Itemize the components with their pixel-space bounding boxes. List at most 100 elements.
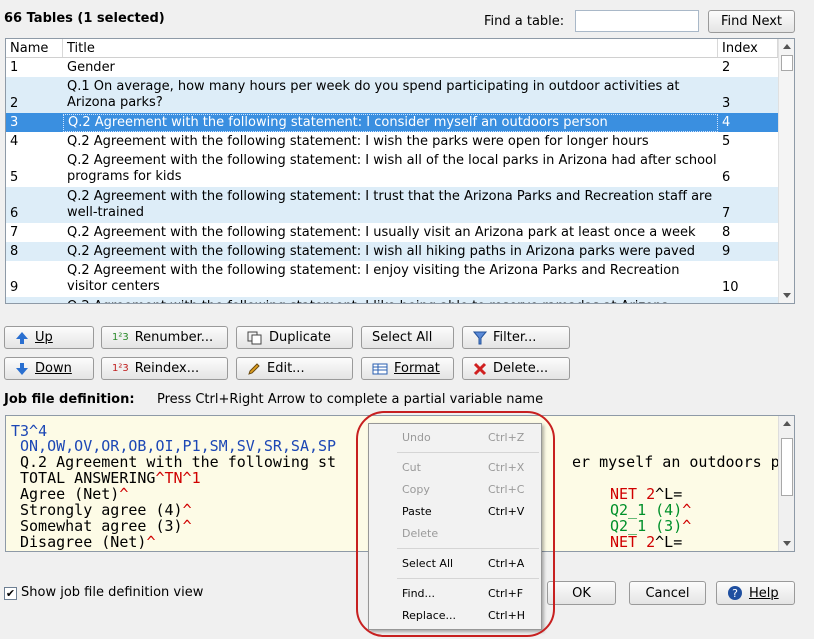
delete-button[interactable]: Delete... xyxy=(462,357,570,380)
editor-line-5-right: NET 2^L= xyxy=(610,486,682,502)
svg-text:?: ? xyxy=(732,587,738,600)
row-title-cell: Q.2 Agreement with the following stateme… xyxy=(63,113,718,132)
row-title-cell: Q.2 Agreement with the following stateme… xyxy=(67,189,713,220)
editor-scrollbar[interactable] xyxy=(778,416,794,551)
show-view-checkbox[interactable]: ✔ xyxy=(4,587,17,600)
duplicate-button[interactable]: Duplicate xyxy=(236,326,353,349)
grid-scrollbar[interactable] xyxy=(778,39,794,303)
row-name-cell: 1 xyxy=(10,59,19,75)
table-row[interactable]: 9 Q.2 Agreement with the following statem… xyxy=(6,261,778,297)
row-index-cell: 8 xyxy=(722,224,731,240)
row-index-cell: 3 xyxy=(722,96,731,111)
row-name-cell: 3 xyxy=(10,114,19,130)
editor-line-7-caret: ^ xyxy=(182,517,192,535)
editor-line-7: Somewhat agree (3)^ xyxy=(20,518,192,534)
scroll-down-icon[interactable] xyxy=(783,293,791,298)
duplicate-icon xyxy=(247,331,262,344)
editor-scroll-thumb[interactable] xyxy=(781,438,793,496)
editor-line-4-code: ^TN^1 xyxy=(155,469,201,487)
editor-line-3b: er myself an outdoors pe xyxy=(572,453,789,471)
row-index-cell: 5 xyxy=(722,133,731,149)
row-name-cell: 5 xyxy=(10,170,19,185)
table-row[interactable]: 5 Q.2 Agreement with the following statem… xyxy=(6,151,778,187)
select-all-button[interactable]: Select All xyxy=(361,326,454,349)
filter-button-label: Filter... xyxy=(493,330,537,345)
ok-button[interactable]: OK xyxy=(547,581,616,605)
tables-grid: Name Title Index 1 Gender 2 2 Q.1 On average… xyxy=(5,38,795,304)
arrow-down-icon xyxy=(16,362,28,375)
table-row[interactable]: 8 Q.2 Agreement with the following statem… xyxy=(6,242,778,261)
row-index-cell: 10 xyxy=(722,280,739,295)
table-row[interactable]: 4 Q.2 Agreement with the following statem… xyxy=(6,132,778,151)
format-table-icon xyxy=(372,363,388,374)
row-name-cell: 6 xyxy=(10,206,19,221)
reindex-icon: 1²3 xyxy=(112,363,129,374)
format-button-label: Format xyxy=(394,361,440,376)
grid-rows: 1 Gender 2 2 Q.1 On average, how many hours … xyxy=(6,58,778,304)
row-title-cell: Q.1 On average, how many hours per week … xyxy=(67,79,680,110)
table-row[interactable]: 3 Q.2 Agreement with the following statem… xyxy=(6,113,778,132)
help-button-label: Help xyxy=(749,585,779,601)
filter-button[interactable]: Filter... xyxy=(462,326,570,349)
help-button[interactable]: ? Help xyxy=(716,581,795,605)
editor-line-8-text: Disagree (Net) xyxy=(20,533,147,551)
editor-line-7-end: ^ xyxy=(682,517,692,535)
editor-scroll-down-icon[interactable] xyxy=(783,541,791,546)
column-header-index[interactable]: Index xyxy=(718,39,778,57)
row-index-cell: 9 xyxy=(722,243,731,259)
arrow-up-icon xyxy=(16,331,28,344)
row-name-cell: 8 xyxy=(10,243,19,259)
row-index-cell: 2 xyxy=(722,59,731,75)
pencil-icon xyxy=(248,362,260,375)
delete-button-label: Delete... xyxy=(493,361,549,376)
down-button-label: Down xyxy=(35,361,72,376)
renumber-button[interactable]: 1²3 Renumber... xyxy=(101,326,228,349)
tables-count-title: 66 Tables (1 selected) xyxy=(4,11,165,26)
editor-line-6-right: Q2_1 (4)^ xyxy=(610,502,691,518)
table-row[interactable]: 2 Q.1 On average, how many hours per week… xyxy=(6,77,778,113)
job-file-hint: Press Ctrl+Right Arrow to complete a par… xyxy=(157,392,544,407)
editor-line-8-net: NET 2 xyxy=(610,533,656,551)
column-header-name[interactable]: Name xyxy=(6,39,63,57)
show-view-label[interactable]: Show job file definition view xyxy=(21,585,203,600)
row-name-cell: 2 xyxy=(10,96,19,111)
row-name-cell: 4 xyxy=(10,133,19,149)
table-row[interactable]: 1 Gender 2 xyxy=(6,58,778,77)
row-title-cell: Q.2 Agreement with the following stateme… xyxy=(67,153,717,184)
down-button[interactable]: Down xyxy=(4,357,94,380)
up-button[interactable]: Up xyxy=(4,326,94,349)
annotation-highlight-ring xyxy=(356,411,555,637)
reindex-button[interactable]: 1²3 Reindex... xyxy=(101,357,228,380)
row-title-cell: Gender xyxy=(67,59,115,75)
filter-icon xyxy=(473,331,487,344)
find-next-button[interactable]: Find Next xyxy=(708,10,795,33)
row-index-cell: 7 xyxy=(722,206,731,221)
find-table-input[interactable] xyxy=(575,10,699,32)
edit-button[interactable]: Edit... xyxy=(236,357,353,380)
editor-scroll-up-icon[interactable] xyxy=(783,421,791,426)
format-button[interactable]: Format xyxy=(361,357,454,380)
editor-line-3a: Q.2 Agreement with the following st xyxy=(20,453,337,471)
editor-line-7-right: Q2_1 (3)^ xyxy=(610,518,691,534)
column-header-title[interactable]: Title xyxy=(63,39,718,57)
cancel-button[interactable]: Cancel xyxy=(629,581,706,605)
row-title-cell: Q.2 Agreement with the following stateme… xyxy=(63,299,718,304)
editor-line-6: Strongly agree (4)^ xyxy=(20,502,192,518)
editor-line-4: TOTAL ANSWERING^TN^1 xyxy=(20,470,201,486)
row-title-cell: Q.2 Agreement with the following stateme… xyxy=(67,263,680,294)
table-row[interactable]: 6 Q.2 Agreement with the following statem… xyxy=(6,187,778,223)
row-title-cell: Q.2 Agreement with the following stateme… xyxy=(67,224,696,240)
grid-scroll-thumb[interactable] xyxy=(781,55,793,71)
scroll-up-icon[interactable] xyxy=(783,44,791,49)
job-file-label: Job file definition: xyxy=(4,392,135,407)
renumber-icon: 1²3 xyxy=(112,332,129,343)
table-row[interactable]: 7 Q.2 Agreement with the following statem… xyxy=(6,223,778,242)
delete-x-icon xyxy=(473,362,487,375)
row-name-cell: 7 xyxy=(10,224,19,240)
edit-button-label: Edit... xyxy=(267,361,305,376)
find-table-label: Find a table: xyxy=(484,14,565,29)
row-title-cell: Q.2 Agreement with the following stateme… xyxy=(67,243,695,259)
table-row[interactable]: Q.2 Agreement with the following stateme… xyxy=(6,297,778,304)
editor-line-8-caret: ^ xyxy=(146,533,156,551)
row-title-cell: Q.2 Agreement with the following stateme… xyxy=(67,133,649,149)
